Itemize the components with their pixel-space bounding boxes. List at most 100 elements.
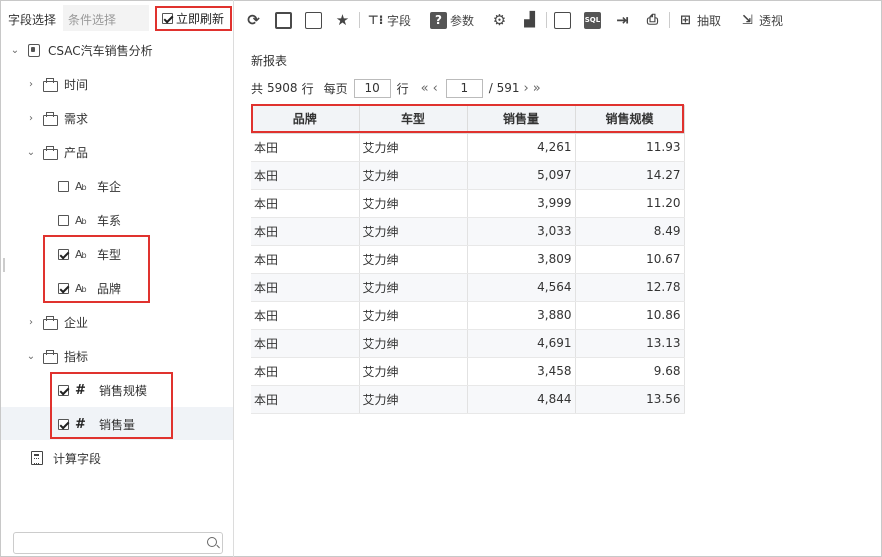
save-as-button[interactable] (305, 10, 322, 30)
table-row[interactable]: 本田 艾力绅 4,691 13.13 (251, 329, 685, 358)
refresh-button[interactable]: ⟳ (245, 10, 262, 30)
table-cell[interactable]: 12.78 (575, 273, 685, 302)
tree-field-car-series-label: 车系 (97, 213, 122, 228)
extract-button[interactable]: ⊞ 抽取 (677, 10, 721, 30)
table-cell[interactable]: 艾力绅 (359, 245, 468, 274)
prev-page-button[interactable]: ‹ (433, 81, 438, 96)
table-row[interactable]: 本田 艾力绅 4,844 13.56 (251, 385, 685, 414)
table-cell[interactable]: 9.68 (575, 357, 685, 386)
tree-calc-field[interactable]: 计算字段 (31, 441, 101, 475)
chevron-down-icon[interactable]: ⌄ (10, 45, 20, 56)
table-row[interactable]: 本田 艾力绅 4,261 11.93 (251, 133, 685, 162)
table-cell[interactable]: 10.67 (575, 245, 685, 274)
table-row[interactable]: 本田 艾力绅 3,880 10.86 (251, 301, 685, 330)
table-cell[interactable]: 4,261 (467, 133, 576, 162)
table-cell[interactable]: 5,097 (467, 161, 576, 190)
tree-folder-metrics[interactable]: ⌄ 指标 (26, 339, 88, 373)
export-button[interactable]: ⇥ (614, 10, 631, 30)
first-page-button[interactable]: « (421, 81, 429, 96)
save-button[interactable] (275, 10, 292, 30)
table-row[interactable]: 本田 艾力绅 3,033 8.49 (251, 217, 685, 246)
table-cell[interactable]: 艾力绅 (359, 385, 468, 414)
tree-folder-time[interactable]: › 时间 (26, 67, 88, 101)
table-cell[interactable]: 本田 (251, 133, 360, 162)
table-row[interactable]: 本田 艾力绅 4,564 12.78 (251, 273, 685, 302)
table-cell[interactable]: 艾力绅 (359, 217, 468, 246)
param-button[interactable]: ? 参数 (430, 10, 474, 30)
table-cell[interactable]: 本田 (251, 273, 360, 302)
pivot-button[interactable]: ⇲ 透视 (739, 10, 783, 30)
table-cell[interactable]: 艾力绅 (359, 161, 468, 190)
search-icon[interactable] (207, 537, 217, 547)
field-checkbox[interactable] (58, 180, 69, 192)
chart-button[interactable]: ▟ (521, 10, 538, 30)
table-cell[interactable]: 3,809 (467, 245, 576, 274)
table-cell[interactable]: 本田 (251, 161, 360, 190)
instant-refresh-toggle[interactable]: 立即刷新 (155, 6, 232, 31)
table-cell[interactable]: 3,458 (467, 357, 576, 386)
table-cell[interactable]: 3,033 (467, 217, 576, 246)
chevron-right-icon[interactable]: › (26, 113, 36, 124)
table-cell[interactable]: 艾力绅 (359, 133, 468, 162)
tree-root[interactable]: ⌄ CSAC汽车销售分析 (10, 33, 153, 67)
table-cell[interactable]: 艾力绅 (359, 189, 468, 218)
table-cell[interactable]: 4,564 (467, 273, 576, 302)
table-cell[interactable]: 4,691 (467, 329, 576, 358)
sql-button[interactable]: SQL (584, 10, 601, 30)
table-row[interactable]: 本田 艾力绅 3,999 11.20 (251, 189, 685, 218)
tree-folder-demand[interactable]: › 需求 (26, 101, 88, 135)
table-cell[interactable]: 本田 (251, 357, 360, 386)
table-cell[interactable]: 10.86 (575, 301, 685, 330)
chevron-down-icon[interactable]: ⌄ (26, 147, 36, 158)
toolbar-divider (359, 12, 360, 28)
table-cell[interactable]: 13.13 (575, 329, 685, 358)
per-page-input[interactable] (353, 78, 391, 98)
table-row[interactable]: 本田 艾力绅 5,097 14.27 (251, 161, 685, 190)
tab-condition-selection[interactable]: 条件选择 (68, 11, 116, 28)
table-cell[interactable]: 本田 (251, 189, 360, 218)
field-search-input[interactable] (18, 535, 198, 551)
extract-button-label: 抽取 (697, 13, 722, 28)
table-cell[interactable]: 本田 (251, 301, 360, 330)
table-cell[interactable]: 本田 (251, 217, 360, 246)
table-row[interactable]: 本田 艾力绅 3,809 10.67 (251, 245, 685, 274)
settings-button[interactable]: ⚙ (491, 10, 508, 30)
favorite-button[interactable]: ★ (334, 10, 351, 30)
chevron-right-icon[interactable]: › (26, 79, 36, 90)
table-cell[interactable]: 13.56 (575, 385, 685, 414)
current-page-input[interactable] (445, 78, 483, 98)
field-checkbox[interactable] (58, 214, 69, 226)
table-cell[interactable]: 本田 (251, 385, 360, 414)
table-cell[interactable]: 11.93 (575, 133, 685, 162)
table-cell[interactable]: 3,999 (467, 189, 576, 218)
chevron-right-icon[interactable]: › (26, 317, 36, 328)
table-cell[interactable]: 本田 (251, 329, 360, 358)
chevron-down-icon[interactable]: ⌄ (26, 351, 36, 362)
table-cell[interactable]: 艾力绅 (359, 329, 468, 358)
instant-refresh-checkbox[interactable] (162, 13, 173, 24)
table-row[interactable]: 本田 艾力绅 3,458 9.68 (251, 357, 685, 386)
text-field-icon: Ab (75, 213, 87, 227)
table-cell[interactable]: 艾力绅 (359, 273, 468, 302)
table-cell[interactable]: 14.27 (575, 161, 685, 190)
table-cell[interactable]: 8.49 (575, 217, 685, 246)
tree-folder-enterprise[interactable]: › 企业 (26, 305, 88, 339)
print-button[interactable]: ⎙ (644, 10, 661, 30)
tab-field-selection[interactable]: 字段选择 (8, 11, 56, 28)
table-cell[interactable]: 11.20 (575, 189, 685, 218)
last-page-button[interactable]: » (533, 81, 541, 96)
table-cell[interactable]: 艾力绅 (359, 357, 468, 386)
tree-field-car-series[interactable]: Ab 车系 (58, 203, 121, 237)
field-icon: ⊤⁝ (367, 12, 384, 27)
field-search-box[interactable] (13, 532, 223, 554)
next-page-button[interactable]: › (524, 81, 529, 96)
table-cell[interactable]: 4,844 (467, 385, 576, 414)
table-cell[interactable]: 艾力绅 (359, 301, 468, 330)
table-cell[interactable]: 3,880 (467, 301, 576, 330)
layout-button[interactable] (554, 10, 571, 30)
tree-folder-product[interactable]: ⌄ 产品 (26, 135, 88, 169)
panel-splitter[interactable] (3, 258, 5, 272)
table-cell[interactable]: 本田 (251, 245, 360, 274)
tree-field-car-company[interactable]: Ab 车企 (58, 169, 121, 203)
field-button[interactable]: ⊤⁝ 字段 (367, 10, 411, 30)
